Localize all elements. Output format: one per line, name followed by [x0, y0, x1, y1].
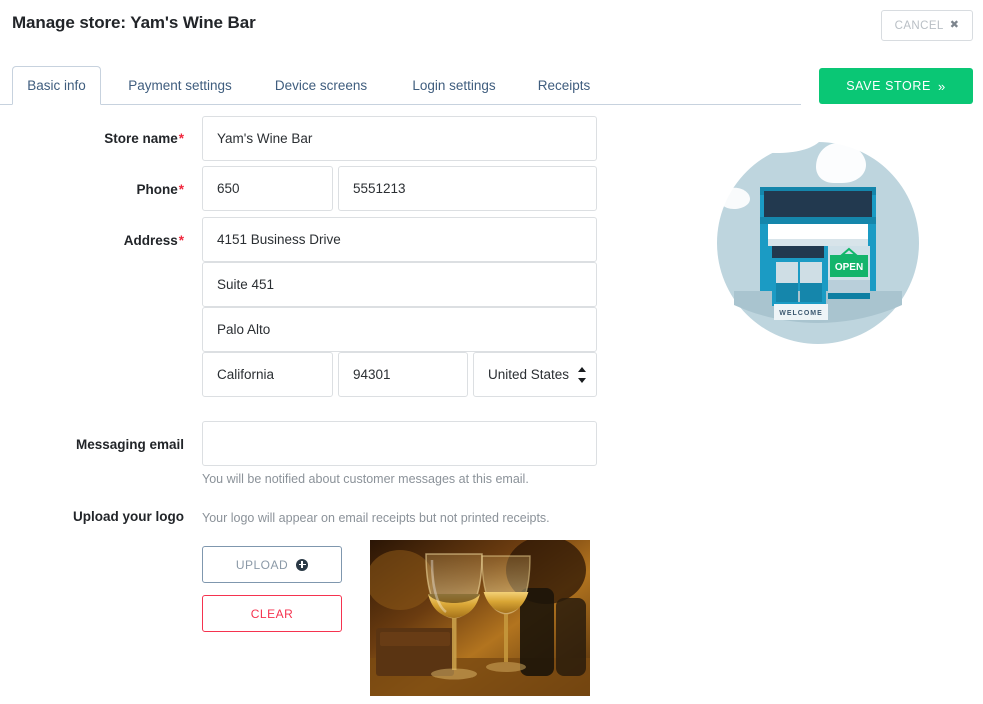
tab-basic-info[interactable]: Basic info	[12, 66, 101, 105]
tab-basic-info-label: Basic info	[27, 78, 86, 93]
open-sign-text: OPEN	[835, 262, 863, 273]
messaging-email-input[interactable]	[202, 421, 597, 466]
upload-logo-helper: Your logo will appear on email receipts …	[202, 511, 550, 525]
phone-area-code-input[interactable]	[202, 166, 333, 211]
store-name-label-text: Store name	[104, 131, 178, 146]
address-line2-input[interactable]	[202, 262, 597, 307]
tab-login-settings-label: Login settings	[412, 77, 496, 93]
clear-logo-button-label: CLEAR	[250, 606, 294, 621]
save-store-button-label: SAVE STORE	[846, 79, 931, 93]
welcome-mat-text: WELCOME	[779, 310, 823, 317]
phone-number-input[interactable]	[338, 166, 597, 211]
address-label: Address*	[12, 233, 184, 248]
upload-logo-label-text: Upload your logo	[73, 509, 184, 524]
required-asterisk: *	[178, 233, 184, 248]
tab-payment-settings-label: Payment settings	[128, 77, 232, 93]
cancel-button-label: CANCEL	[894, 19, 944, 32]
required-asterisk: *	[178, 131, 184, 146]
tab-receipts-label: Receipts	[537, 77, 591, 93]
tab-payment-settings[interactable]: Payment settings	[110, 66, 250, 104]
address-label-text: Address	[123, 233, 178, 248]
cancel-button[interactable]: CANCEL ✖	[881, 10, 973, 41]
upload-logo-button-label: UPLOAD	[235, 557, 289, 572]
address-city-input[interactable]	[202, 307, 597, 352]
logo-preview-image	[370, 540, 590, 696]
tab-device-screens-label: Device screens	[274, 77, 368, 93]
phone-label: Phone*	[12, 182, 184, 197]
tab-bar: Basic info Payment settings Device scree…	[0, 66, 801, 105]
required-asterisk: *	[178, 182, 184, 197]
address-country-select[interactable]: United States	[473, 352, 597, 397]
storefront-illustration: OPEN WELCOME	[716, 141, 920, 345]
store-name-input[interactable]	[202, 116, 597, 161]
messaging-email-label: Messaging email	[12, 437, 184, 452]
tab-device-screens[interactable]: Device screens	[258, 66, 384, 104]
upload-logo-button[interactable]: UPLOAD	[202, 546, 342, 583]
address-zip-input[interactable]	[338, 352, 468, 397]
store-name-label: Store name*	[12, 131, 184, 146]
save-store-button[interactable]: SAVE STORE »	[819, 68, 973, 104]
upload-logo-label: Upload your logo	[12, 509, 184, 524]
tab-receipts[interactable]: Receipts	[525, 66, 603, 104]
tab-login-settings[interactable]: Login settings	[395, 66, 513, 104]
messaging-email-label-text: Messaging email	[75, 437, 184, 452]
address-country-select-wrapper[interactable]: United States	[473, 352, 597, 397]
close-x-icon: ✖	[949, 19, 960, 31]
messaging-email-helper: You will be notified about customer mess…	[202, 472, 529, 486]
plus-circle-icon	[296, 558, 309, 571]
phone-label-text: Phone	[136, 182, 178, 197]
page-title: Manage store: Yam's Wine Bar	[12, 13, 256, 32]
address-line1-input[interactable]	[202, 217, 597, 262]
address-state-input[interactable]	[202, 352, 333, 397]
double-chevron-right-icon: »	[937, 78, 946, 94]
clear-logo-button[interactable]: CLEAR	[202, 595, 342, 632]
